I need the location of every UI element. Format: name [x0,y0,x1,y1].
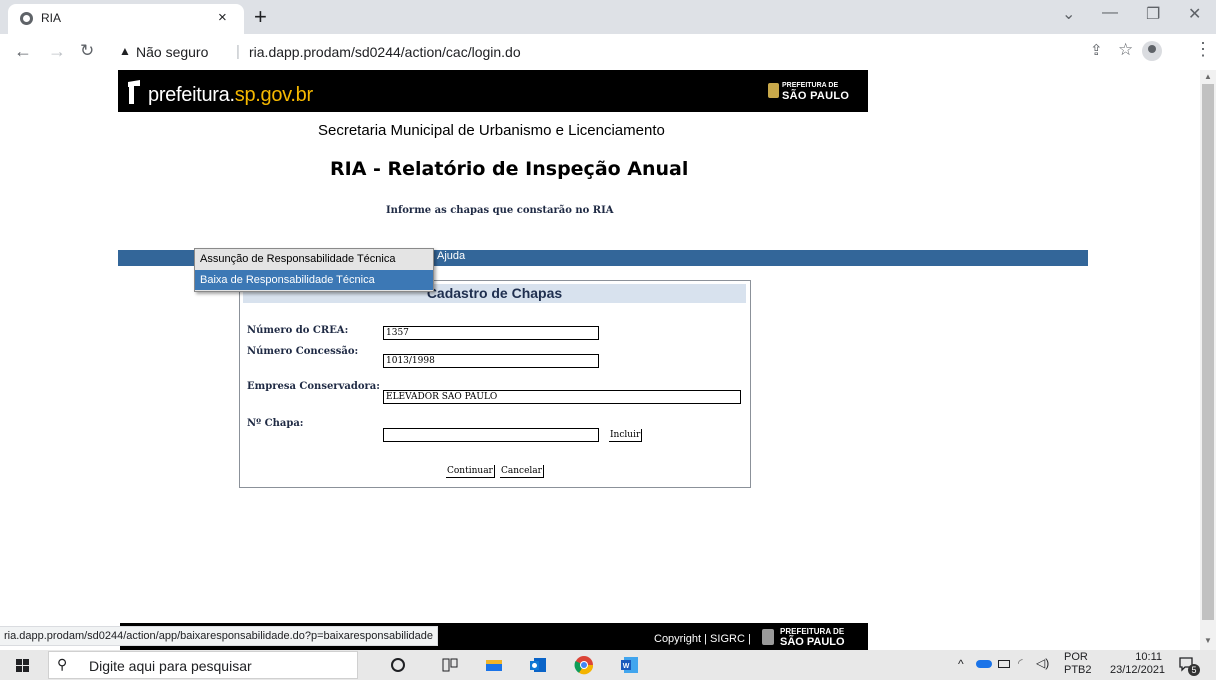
tab-title: RIA [41,11,62,25]
lang-code: POR [1064,651,1088,663]
search-icon: ⚲ [57,656,68,672]
menu-item-ajuda[interactable]: Ajuda [437,250,465,262]
logo-text-main: prefeitura. [148,84,235,106]
wifi-icon[interactable]: ◜ [1018,656,1023,670]
minimize-button[interactable]: — [1102,4,1118,22]
page-title: RIA - Relatório de Inspeção Anual [330,158,689,180]
concessao-field[interactable]: 1013/1998 [383,354,599,368]
cortana-icon[interactable] [388,655,408,675]
share-icon[interactable]: ⇪ [1090,41,1103,59]
chapa-field[interactable] [383,428,599,442]
instructions-text: Informe as chapas que constarão no RIA [386,205,614,216]
scroll-down-arrow-icon[interactable]: ▼ [1204,636,1212,645]
brand-line-2: SÃO PAULO [782,90,850,102]
copyright-text: Copyright | SIGRC | [654,633,751,645]
dropdown-menu: Assunção de Responsabilidade Técnica Bai… [194,248,434,292]
profile-avatar-icon[interactable] [1142,41,1162,61]
menu-kebab-icon[interactable]: ⋮ [1194,39,1212,60]
new-tab-button[interactable]: + [254,4,267,30]
notification-badge: 5 [1188,664,1200,676]
footer-brand: PREFEITURA DE SÃO PAULO [780,627,845,648]
system-clock[interactable]: 10:11 23/12/2021 [1110,651,1166,677]
header-banner: prefeitura.sp.gov.br PREFEITURA DE SÃO P… [118,70,868,112]
footer-brand-line-2: SÃO PAULO [780,636,845,648]
globe-icon [20,12,33,25]
cadastro-panel: Cadastro de Chapas Número do CREA: 1357 … [239,280,751,488]
word-icon[interactable]: W [620,655,640,675]
empresa-field[interactable]: ELEVADOR SAO PAULO [383,390,741,404]
bookmark-star-icon[interactable]: ☆ [1118,40,1133,60]
empresa-label: Empresa Conservadora: [247,381,380,392]
restore-button[interactable]: ❐ [1146,4,1160,24]
crea-label: Número do CREA: [247,325,349,336]
url-text[interactable]: ria.dapp.prodam/sd0244/action/cac/login.… [249,44,521,60]
battery-icon[interactable] [998,660,1010,668]
tab-strip: RIA × + ⌄ — ❐ ✕ [0,0,1216,34]
page-viewport: prefeitura.sp.gov.br PREFEITURA DE SÃO P… [0,70,1200,650]
scrollbar-thumb[interactable] [1202,84,1214,620]
close-window-button[interactable]: ✕ [1188,4,1201,24]
logo-text-domain: sp.gov.br [234,84,313,106]
onedrive-cloud-icon[interactable] [976,660,992,668]
menu-item-baixa[interactable]: Baixa de Responsabilidade Técnica [195,270,433,290]
keyboard-layout: PTB2 [1064,664,1092,676]
address-bar[interactable]: ▲ Não seguro | ria.dapp.prodam/sd0244/ac… [110,38,1212,66]
file-explorer-icon[interactable] [484,655,504,675]
reload-icon[interactable]: ↻ [80,41,94,61]
menu-item-assuncao[interactable]: Assunção de Responsabilidade Técnica [195,249,433,269]
windows-taskbar: ⚲ Digite aqui para pesquisar W ^ ◜ ◁) PO… [0,650,1216,680]
chrome-icon[interactable] [574,655,594,675]
tab-close-icon[interactable]: × [218,9,227,26]
back-arrow-icon[interactable]: ← [14,41,32,62]
svg-text:W: W [623,663,630,670]
search-placeholder: Digite aqui para pesquisar [89,658,252,674]
prefeitura-logo-icon [128,80,140,104]
chapa-label: Nº Chapa: [247,418,304,429]
scroll-up-arrow-icon[interactable]: ▲ [1204,72,1212,81]
task-view-icon[interactable] [440,655,460,675]
speaker-icon[interactable]: ◁) [1036,656,1049,670]
incluir-button[interactable]: Incluir [609,429,643,442]
tray-chevron-icon[interactable]: ^ [958,657,964,671]
forward-arrow-icon[interactable]: → [48,41,66,62]
browser-tab[interactable]: RIA × [8,4,244,34]
windows-start-icon[interactable] [16,659,29,672]
department-name: Secretaria Municipal de Urbanismo e Lice… [318,122,665,139]
concessao-label: Número Concessão: [247,346,359,357]
browser-toolbar: ← → ↻ ▲ Não seguro | ria.dapp.prodam/sd0… [0,34,1216,71]
city-brand: PREFEITURA DE SÃO PAULO [782,81,850,102]
security-label[interactable]: Não seguro [136,44,208,60]
clock-date: 23/12/2021 [1110,664,1166,676]
status-bar-url: ria.dapp.prodam/sd0244/action/app/baixar… [0,626,439,646]
cancelar-button[interactable]: Cancelar [500,465,544,478]
tab-search-icon[interactable]: ⌄ [1062,4,1075,24]
outlook-icon[interactable] [528,655,548,675]
crea-field[interactable]: 1357 [383,326,599,340]
warning-icon[interactable]: ▲ [119,44,131,58]
clock-time: 10:11 [1135,651,1162,663]
footer-seal-icon [762,629,774,645]
address-separator: | [236,43,240,60]
site-logo-text[interactable]: prefeitura.sp.gov.br [148,84,313,107]
city-seal-icon [768,83,779,98]
taskbar-search[interactable]: ⚲ Digite aqui para pesquisar [48,651,358,679]
input-language[interactable]: POR PTB2 [1064,651,1092,677]
continuar-button[interactable]: Continuar [446,465,495,478]
